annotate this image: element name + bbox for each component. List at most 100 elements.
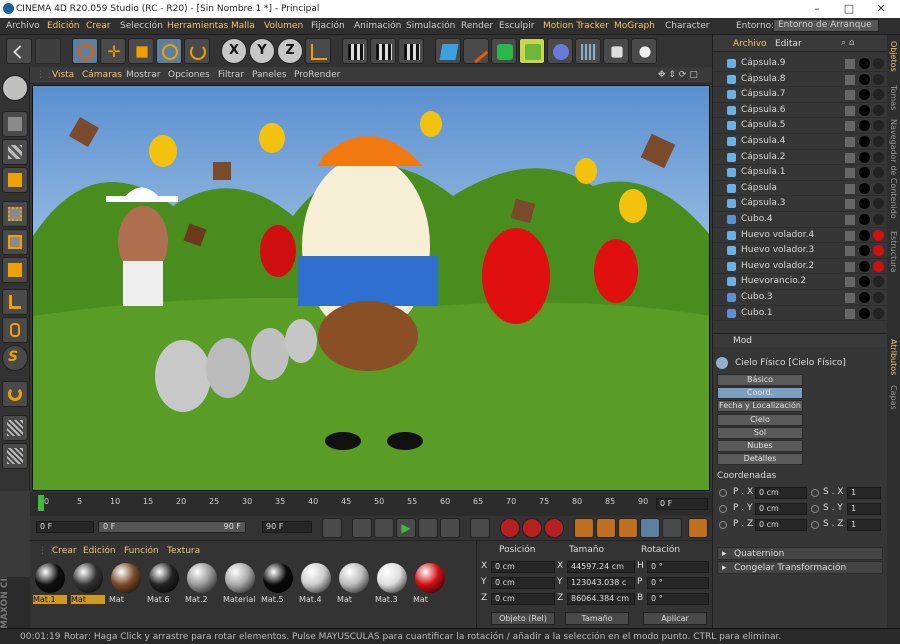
- material-swatch[interactable]: Material: [223, 563, 257, 607]
- light-icon[interactable]: [631, 38, 657, 64]
- menu-item[interactable]: Animación: [354, 21, 401, 31]
- object-tag-icon[interactable]: [845, 59, 855, 69]
- timeline-window-icon[interactable]: [688, 518, 708, 538]
- material-tag-icon[interactable]: [859, 73, 870, 85]
- attribute-tab[interactable]: Cielo: [717, 413, 803, 426]
- record-keys-icon[interactable]: [500, 518, 520, 538]
- object-row[interactable]: Cápsula: [713, 181, 887, 197]
- material-swatch[interactable]: Mat.1: [33, 563, 67, 607]
- object-tag-icon[interactable]: [845, 246, 855, 257]
- minimize-button[interactable]: –: [802, 0, 832, 18]
- apply-button[interactable]: Aplicar: [643, 612, 707, 625]
- go-to-end-icon[interactable]: [470, 518, 490, 538]
- position-field[interactable]: 0 cm: [491, 561, 555, 573]
- material-tag-icon[interactable]: [873, 182, 884, 194]
- scale-track-icon[interactable]: [596, 518, 616, 538]
- points-mode-icon[interactable]: [2, 201, 28, 227]
- render-picture-viewer-icon[interactable]: [370, 38, 396, 64]
- coordinate-mode-dropdown[interactable]: Objeto (Rel): [491, 612, 555, 625]
- tab-objects[interactable]: Objetos: [889, 41, 898, 72]
- object-tag-icon[interactable]: [845, 152, 855, 163]
- material-tag-icon[interactable]: [873, 58, 884, 69]
- menu-item[interactable]: Fijación: [311, 21, 345, 31]
- timeline-ruler[interactable]: 0 5 10 15 20 25 30 35 40 45 50 55 60 65 70 75 80 85 90 0 F: [30, 492, 712, 516]
- autokey-icon[interactable]: [522, 518, 542, 538]
- attribute-field[interactable]: 0 cm: [755, 487, 807, 499]
- material-swatch[interactable]: Mat.4: [299, 563, 333, 607]
- object-row[interactable]: Cubo.3: [713, 290, 887, 306]
- next-frame-icon[interactable]: [418, 518, 438, 538]
- material-tag-icon[interactable]: [859, 104, 870, 116]
- object-tag-icon[interactable]: [845, 105, 855, 116]
- material-tag-icon[interactable]: [859, 198, 870, 210]
- menu-item[interactable]: Edición: [47, 21, 80, 31]
- material-tag-icon[interactable]: [859, 276, 870, 288]
- workplane-mode-icon[interactable]: [2, 167, 28, 193]
- material-tag-icon[interactable]: [859, 120, 870, 132]
- material-tag-icon[interactable]: [859, 182, 870, 194]
- menu-item[interactable]: Selección: [120, 21, 163, 31]
- material-tag-icon[interactable]: [873, 198, 884, 210]
- tab-takes[interactable]: Tomas: [889, 85, 898, 110]
- attribute-tab[interactable]: Sol: [717, 426, 803, 439]
- axis-mode-icon[interactable]: [2, 289, 28, 315]
- material-menu-item[interactable]: Edición: [83, 546, 116, 556]
- object-row[interactable]: Cápsula.1: [713, 165, 887, 181]
- coordinate-system-icon[interactable]: [305, 38, 331, 64]
- material-tag-icon[interactable]: [859, 136, 870, 147]
- material-tag-icon[interactable]: [859, 245, 870, 257]
- material-tag-icon[interactable]: [859, 307, 870, 319]
- snap-icon[interactable]: S: [2, 345, 28, 371]
- attribute-field[interactable]: 1: [847, 503, 881, 515]
- material-tag-icon[interactable]: [859, 229, 870, 241]
- object-menu-item[interactable]: Archivo: [733, 39, 767, 49]
- camera-icon[interactable]: [603, 38, 629, 64]
- close-button[interactable]: ✕: [866, 0, 896, 18]
- object-row[interactable]: Cápsula.8: [713, 72, 887, 88]
- attribute-field[interactable]: 0 cm: [755, 519, 807, 531]
- animation-radio-icon[interactable]: [719, 489, 727, 497]
- object-row[interactable]: Huevo volador.2: [713, 259, 887, 275]
- next-key-icon[interactable]: [440, 518, 460, 538]
- object-tag-icon[interactable]: [845, 168, 855, 179]
- z-axis-lock-button[interactable]: Z: [277, 38, 303, 64]
- menu-item[interactable]: Herramientas: [167, 21, 228, 31]
- recent-tool-icon[interactable]: [184, 38, 210, 64]
- attribute-field[interactable]: 1: [847, 519, 881, 531]
- rotation-field[interactable]: 0 °: [647, 593, 709, 605]
- viewport-menu-item[interactable]: Mostrar: [126, 70, 160, 80]
- material-tag-icon[interactable]: [859, 151, 870, 163]
- material-swatch[interactable]: Mat: [337, 563, 371, 607]
- object-tag-icon[interactable]: [845, 230, 855, 241]
- attribute-tab[interactable]: Fecha y Localización: [717, 400, 803, 413]
- tab-layers[interactable]: Capas: [889, 385, 898, 410]
- material-tag-icon[interactable]: [859, 214, 870, 225]
- size-field[interactable]: 44597.24 cm: [567, 561, 635, 573]
- menu-item[interactable]: Esculpir: [499, 21, 534, 31]
- object-tag-icon[interactable]: [845, 277, 855, 288]
- 3d-viewport[interactable]: [32, 85, 710, 491]
- rotation-field[interactable]: 0 °: [647, 561, 709, 573]
- size-field[interactable]: 123043.038 c: [567, 577, 635, 589]
- keyframe-selection-icon[interactable]: [544, 518, 564, 538]
- material-tag-icon[interactable]: [873, 229, 884, 241]
- workplane-lock-icon[interactable]: [2, 415, 28, 441]
- pen-spline-icon[interactable]: [463, 38, 489, 64]
- material-menu-item[interactable]: Crear: [52, 546, 77, 556]
- material-tag-icon[interactable]: [873, 214, 884, 225]
- attribute-tab[interactable]: Coord.: [717, 387, 803, 400]
- tab-structure[interactable]: Estructura: [889, 231, 898, 273]
- object-row[interactable]: Huevo volador.3: [713, 243, 887, 259]
- attribute-field[interactable]: 1: [847, 487, 881, 499]
- material-swatch[interactable]: Mat: [71, 563, 105, 607]
- position-field[interactable]: 0 cm: [491, 577, 555, 589]
- material-tag-icon[interactable]: [873, 276, 884, 288]
- position-track-icon[interactable]: [574, 518, 594, 538]
- object-row[interactable]: Huevorancio.2: [713, 274, 887, 290]
- viewport-navigation-icons[interactable]: ✥ ⇕ ⟳ ▢: [658, 70, 698, 80]
- object-row[interactable]: Cápsula.7: [713, 87, 887, 103]
- position-field[interactable]: 0 cm: [491, 593, 555, 605]
- current-frame-field[interactable]: 0 F: [656, 498, 708, 510]
- attribute-tab[interactable]: Nubes: [717, 440, 803, 452]
- material-swatch[interactable]: Mat: [109, 563, 143, 607]
